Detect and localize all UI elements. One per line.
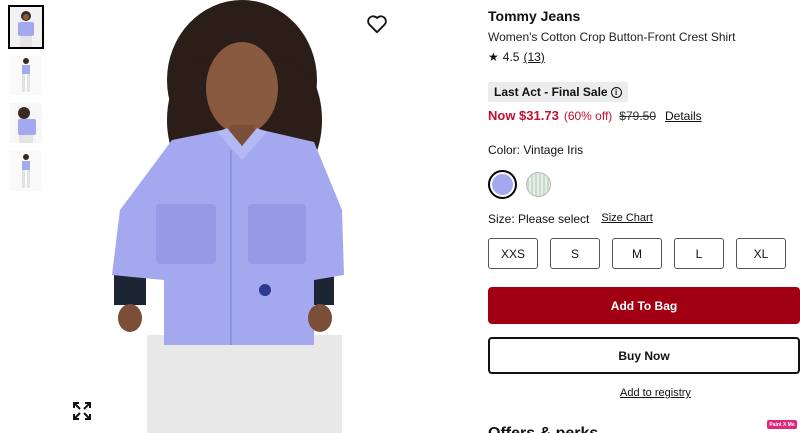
original-price: $79.50 [619,109,656,123]
thumbnail-4[interactable] [10,151,42,191]
color-label: Color: Vintage Iris [488,143,584,157]
size-label: Size: Please select [488,212,590,226]
brand-name[interactable]: Tommy Jeans [488,8,580,24]
size-button-xl[interactable]: XL [736,238,786,269]
review-count[interactable]: (13) [523,50,544,64]
sale-price: Now $31.73 [488,108,559,123]
add-to-registry-link[interactable]: Add to registry [620,387,691,399]
size-button-l[interactable]: L [674,238,724,269]
buy-now-button[interactable]: Buy Now [488,337,800,374]
price-details-link[interactable]: Details [665,109,702,123]
thumbnail-3[interactable] [10,103,42,143]
product-title: Women's Cotton Crop Button-Front Crest S… [488,30,736,44]
thumbnail-strip [8,5,44,199]
size-button-xxs[interactable]: XXS [488,238,538,269]
thumbnail-2[interactable] [10,55,42,95]
rating-value: 4.5 [502,50,520,64]
size-button-s[interactable]: S [550,238,600,269]
thumbnail-1[interactable] [8,5,44,49]
add-to-bag-button[interactable]: Add To Bag [488,287,800,324]
swatch-vintage-iris[interactable] [488,170,517,199]
extension-badge[interactable]: Paint X Me [767,420,797,429]
rating[interactable]: ★ 4.5 (13) [488,50,545,64]
size-button-m[interactable]: M [612,238,662,269]
heart-icon[interactable] [366,14,388,34]
swatch-green-stripe[interactable] [526,172,551,197]
product-image [52,0,402,433]
discount-percent: (60% off) [563,109,613,123]
offers-heading: Offers & perks [488,425,598,433]
info-icon[interactable]: i [610,86,622,98]
size-chart-link[interactable]: Size Chart [601,212,652,226]
size-options: XXS S M L XL [488,238,786,269]
star-icon: ★ [488,50,499,64]
expand-icon[interactable] [73,402,91,420]
price-row: Now $31.73 (60% off) $79.50 Details [488,108,702,123]
size-row: Size: Please select Size Chart [488,212,653,226]
final-sale-badge: Last Act - Final Sale i [488,82,628,102]
badge-label: Last Act - Final Sale [494,85,608,99]
